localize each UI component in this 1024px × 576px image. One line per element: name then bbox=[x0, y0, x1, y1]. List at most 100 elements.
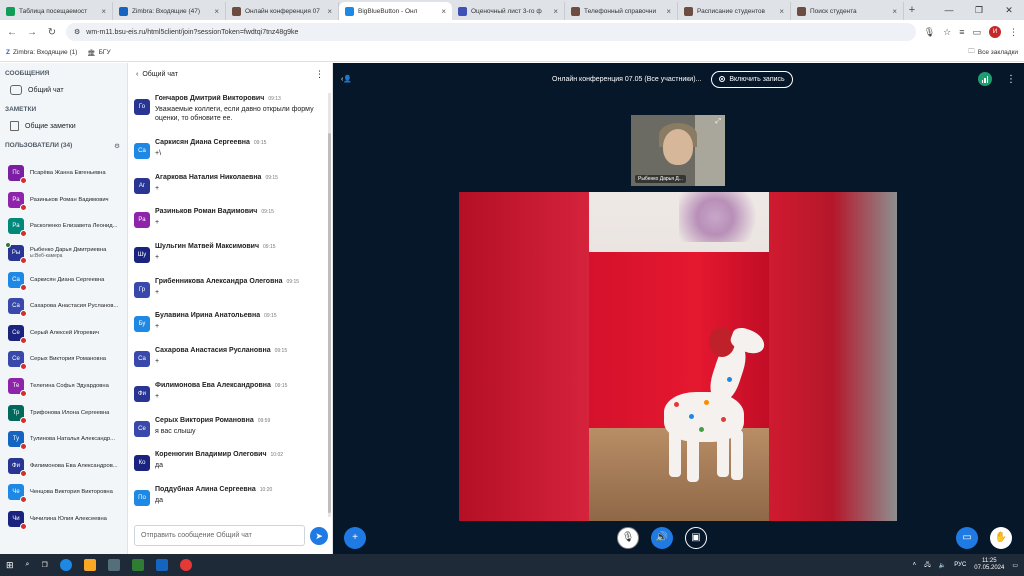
user-name: Псарёва Жанна Евгеньевна bbox=[30, 170, 106, 177]
notifications-icon[interactable]: ▭ bbox=[1012, 562, 1018, 569]
user-list-item[interactable]: Са Саркисян Диана Сергеевна bbox=[0, 266, 127, 293]
connection-status-icon[interactable] bbox=[978, 72, 992, 86]
close-tab-icon[interactable]: × bbox=[553, 7, 558, 16]
sidepanel-icon[interactable]: ▭ bbox=[972, 27, 981, 38]
browser-tab[interactable]: Онлайн конференция 07 × bbox=[226, 2, 339, 20]
close-window-icon[interactable]: ✕ bbox=[994, 5, 1024, 16]
clock[interactable]: 11:25 07.05.2024 bbox=[974, 558, 1004, 572]
browser-tab[interactable]: Расписание студентов × bbox=[678, 2, 791, 20]
close-tab-icon[interactable]: × bbox=[441, 7, 446, 16]
user-list-item[interactable]: Се Серый Алексей Игоревич bbox=[0, 320, 127, 347]
close-tab-icon[interactable]: × bbox=[666, 7, 671, 16]
webcam-tile[interactable]: ⤢ Рыбенко Дарья Д... bbox=[631, 115, 725, 186]
horse-spot bbox=[704, 400, 709, 405]
file-explorer-icon[interactable] bbox=[83, 559, 96, 571]
forward-icon[interactable]: → bbox=[26, 27, 38, 38]
fullscreen-icon[interactable]: ⤢ bbox=[715, 118, 721, 126]
tray-chevron-icon[interactable]: ˄ bbox=[913, 562, 917, 568]
profile-avatar[interactable]: И bbox=[989, 26, 1001, 38]
user-list-item[interactable]: Са Сахарова Анастасия Русланов... bbox=[0, 293, 127, 320]
chat-message: Фи Филимонова Ева Александровна 09:15 + bbox=[128, 382, 326, 417]
new-tab-icon[interactable]: + bbox=[904, 4, 920, 16]
close-tab-icon[interactable]: × bbox=[779, 7, 784, 16]
window-controls: — ❐ ✕ bbox=[934, 0, 1024, 20]
tab-favicon-icon bbox=[6, 6, 15, 16]
reload-icon[interactable]: ↻ bbox=[46, 27, 58, 38]
minimize-icon[interactable]: — bbox=[934, 5, 964, 15]
message-time: 10:02 bbox=[270, 452, 284, 459]
user-list-item[interactable]: Ра Расколенко Елизавета Леонид... bbox=[0, 213, 127, 240]
user-list-item[interactable]: Фи Филимонова Ева Александров... bbox=[0, 453, 127, 480]
chat-message: По Поддубная Алина Сергеевна 10:20 да bbox=[128, 486, 326, 517]
close-tab-icon[interactable]: × bbox=[327, 7, 332, 16]
user-list-item[interactable]: Се Серых Виктория Романовна bbox=[0, 346, 127, 373]
browser-tab[interactable]: Поиск студента × bbox=[791, 2, 904, 20]
windows-start-icon[interactable]: ⊞ bbox=[6, 560, 14, 571]
actions-button[interactable]: + bbox=[344, 526, 366, 549]
task-view-icon[interactable]: ❐ bbox=[41, 561, 47, 569]
public-chat-item[interactable]: Общий чат bbox=[0, 81, 127, 99]
presentation-button[interactable]: ▭ bbox=[956, 526, 978, 549]
all-bookmarks[interactable]: 🗀 Все закладки bbox=[968, 47, 1018, 58]
audio-button[interactable]: 🔊 bbox=[651, 526, 673, 549]
user-initials: Са bbox=[12, 276, 20, 283]
close-tab-icon[interactable]: × bbox=[214, 7, 219, 16]
excel-icon[interactable] bbox=[131, 559, 144, 571]
shared-notes-item[interactable]: Общие заметки bbox=[0, 117, 127, 135]
toggle-userlist-icon[interactable]: ‹👤 bbox=[341, 75, 352, 83]
kebab-menu-icon[interactable]: ⋮ bbox=[1009, 27, 1018, 38]
browser-tab[interactable]: Телефонный справочни × bbox=[565, 2, 678, 20]
hide-chat-icon[interactable]: ‹ bbox=[136, 71, 138, 78]
star-icon[interactable]: ☆ bbox=[943, 27, 951, 38]
mute-button[interactable]: 🎙 bbox=[617, 526, 639, 549]
edge-icon[interactable] bbox=[59, 559, 72, 571]
user-list-item[interactable]: Тр Трифонова Илона Сергеевна bbox=[0, 399, 127, 426]
volume-icon[interactable]: 🔈 bbox=[939, 562, 946, 569]
network-icon[interactable]: 🖧 bbox=[924, 560, 931, 570]
store-icon[interactable] bbox=[107, 559, 120, 571]
url-field[interactable]: ⚙ wm-m11.bsu-eis.ru/html5client/join?ses… bbox=[66, 23, 916, 41]
message-text: да bbox=[155, 496, 163, 504]
settings-gear-icon[interactable]: ⚙ bbox=[114, 142, 120, 150]
horse-spot bbox=[721, 417, 726, 422]
user-list-item[interactable]: Те Телегина Софья Эдуардовна bbox=[0, 373, 127, 400]
meeting-header: ‹👤 Онлайн конференция 07.05 (Все участни… bbox=[333, 63, 1024, 95]
horse-spot bbox=[689, 414, 694, 419]
record-button[interactable]: Включить запись bbox=[711, 70, 793, 88]
bookmark-bsu[interactable]: 🏛 БГУ bbox=[87, 49, 110, 57]
chat-input[interactable]: Отправить сообщение Общий чат bbox=[134, 525, 305, 546]
browser-tab[interactable]: BigBlueButton - Онл × bbox=[339, 2, 452, 20]
user-list-item[interactable]: Чи Чичилина Юлия Алексеевна bbox=[0, 506, 127, 533]
browser-tab[interactable]: Zimbra: Входящие (47) × bbox=[113, 2, 226, 20]
chat-options-icon[interactable]: ⋮ bbox=[315, 69, 324, 80]
menu-list-icon[interactable]: ≡ bbox=[959, 27, 964, 37]
chat-scrollbar[interactable] bbox=[328, 93, 331, 517]
user-list-item[interactable]: Ра Разиньков Роман Вадимович bbox=[0, 187, 127, 214]
back-icon[interactable]: ← bbox=[6, 27, 18, 38]
user-list-item[interactable]: Че Ченцова Виктория Викторовна bbox=[0, 479, 127, 506]
microphone-icon[interactable]: 🎙 bbox=[924, 27, 935, 38]
user-list-item[interactable]: Ту Тулинова Наталья Александр... bbox=[0, 426, 127, 453]
raise-hand-button[interactable]: ✋ bbox=[990, 526, 1012, 549]
chrome-icon[interactable] bbox=[179, 559, 192, 571]
bookmark-zimbra[interactable]: Z Zimbra: Входящие (1) bbox=[6, 49, 77, 56]
browser-tab[interactable]: Таблица посещаемост × bbox=[0, 2, 113, 20]
options-menu-icon[interactable]: ⋮ bbox=[1006, 74, 1016, 85]
control-bar: + 🎙 🔊 ▣ ▭ ✋ bbox=[333, 521, 1024, 554]
maximize-icon[interactable]: ❐ bbox=[964, 5, 994, 16]
user-list-item[interactable]: Пс Псарёва Жанна Евгеньевна bbox=[0, 160, 127, 187]
user-initials: Те bbox=[12, 383, 20, 390]
webcam-button[interactable]: ▣ bbox=[685, 526, 707, 549]
site-info-icon[interactable]: ⚙ bbox=[74, 28, 80, 36]
browser-tab[interactable]: Оценочный лист 3-го ф × bbox=[452, 2, 565, 20]
search-icon[interactable]: ⌕ bbox=[26, 561, 30, 569]
close-tab-icon[interactable]: × bbox=[101, 7, 106, 16]
record-icon bbox=[719, 76, 726, 82]
message-avatar: Са bbox=[134, 143, 150, 159]
user-list-item[interactable]: Ры Рыбенко Дарья Дмитриевна ы:Веб-камера bbox=[0, 240, 127, 267]
chat-message: Аг Агаркова Наталия Николаевна 09:15 + bbox=[128, 174, 326, 209]
close-tab-icon[interactable]: × bbox=[892, 7, 897, 16]
word-icon[interactable] bbox=[155, 559, 168, 571]
send-button[interactable]: ➤ bbox=[310, 527, 328, 545]
language-indicator[interactable]: РУС bbox=[954, 562, 966, 568]
